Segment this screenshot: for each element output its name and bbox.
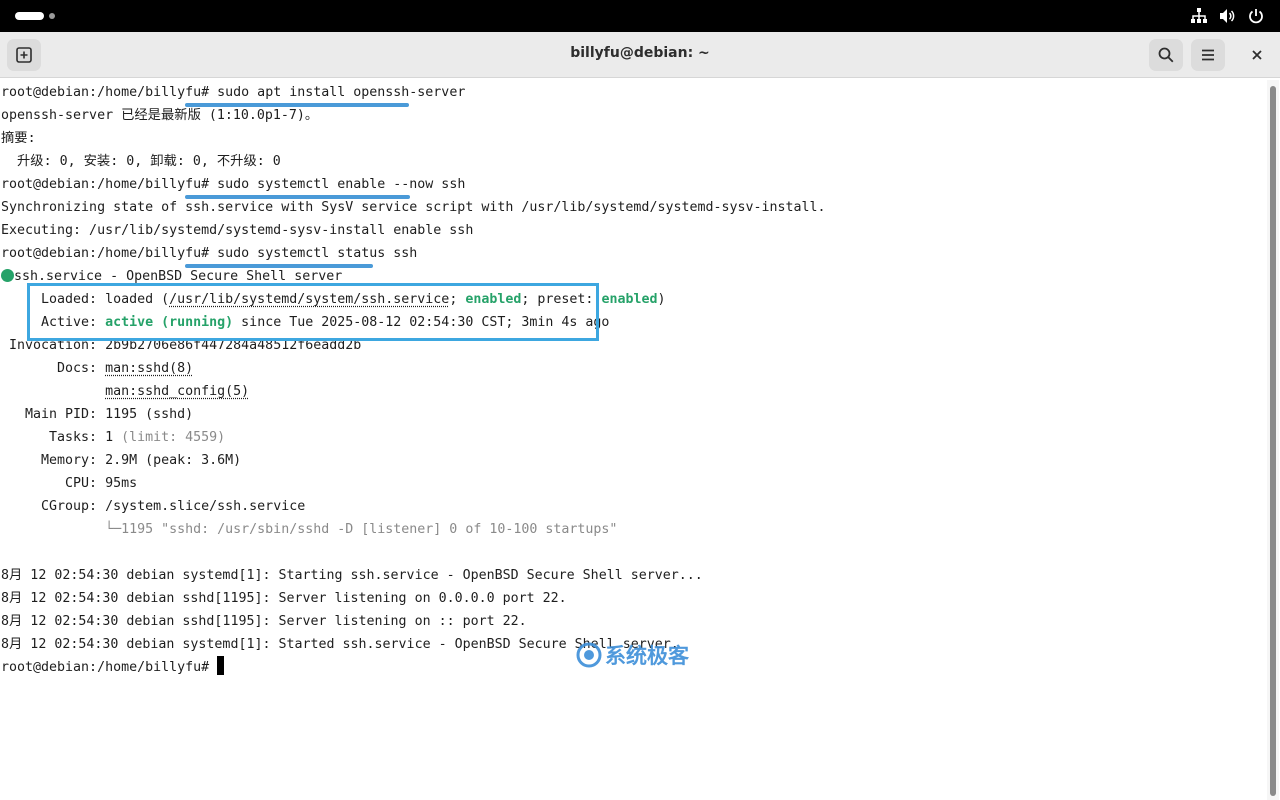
docs-label: Docs:	[1, 361, 106, 376]
output-line: 升级: 0, 安装: 0, 卸载: 0, 不升级: 0	[1, 154, 281, 169]
scrollbar-thumb[interactable]	[1270, 86, 1276, 796]
terminal-scrollbar[interactable]	[1267, 80, 1279, 800]
docs-link-sshd-config[interactable]: man:sshd_config(5)	[105, 384, 249, 399]
output-line: Executing: /usr/lib/systemd/systemd-sysv…	[1, 223, 474, 238]
docs-line: man:sshd_config(5)	[1, 380, 249, 403]
journal-line: 8月 12 02:54:30 debian sshd[1195]: Server…	[1, 591, 567, 606]
close-icon	[1248, 46, 1266, 64]
cgroup-line: CGroup: /system.slice/ssh.service	[1, 495, 305, 518]
docs-indent	[1, 384, 105, 399]
tasks-label: Tasks:	[1, 430, 106, 445]
text-cursor	[217, 656, 225, 675]
terminal-header-bar: billyfu@debian: ~	[0, 32, 1280, 78]
journal-line: 8月 12 02:54:30 debian systemd[1]: Starti…	[1, 568, 703, 583]
memory-value: 2.9M (peak: 3.6M)	[105, 453, 242, 468]
prompt: root@debian:/home/billyfu#	[1, 177, 210, 192]
main-pid: 1195 (sshd)	[105, 407, 194, 422]
tasks-line: Tasks: 1 (limit: 4559)	[1, 426, 225, 449]
cgroup-value: /system.slice/ssh.service	[105, 499, 306, 514]
memory-label: Memory:	[1, 453, 106, 468]
cgroup-label: CGroup:	[1, 499, 106, 514]
annotation-highlight-box	[27, 283, 599, 341]
prompt: root@debian:/home/billyfu#	[1, 660, 210, 675]
journal-line: 8月 12 02:54:30 debian sshd[1195]: Server…	[1, 614, 527, 629]
command-line: root@debian:/home/billyfu#	[1, 656, 225, 679]
command-line: root@debian:/home/billyfu# sudo systemct…	[1, 173, 465, 196]
docs-link-sshd[interactable]: man:sshd(8)	[105, 361, 193, 376]
cgroup-child-line: └─1195 "sshd: /usr/sbin/sshd -D [listene…	[1, 522, 618, 537]
volume-icon[interactable]	[1218, 7, 1236, 25]
main-pid-line: Main PID: 1195 (sshd)	[1, 403, 193, 426]
output-line: Synchronizing state of ssh.service with …	[1, 200, 826, 215]
preset-state: enabled	[601, 292, 658, 307]
service-title: ssh.service - OpenBSD Secure Shell serve…	[14, 269, 343, 284]
main-pid-label: Main PID:	[1, 407, 106, 422]
cpu-label: CPU:	[1, 476, 106, 491]
network-icon[interactable]	[1190, 7, 1208, 25]
status-dot-icon	[1, 269, 14, 282]
hamburger-menu-icon	[1199, 46, 1217, 64]
system-top-bar	[0, 0, 1280, 32]
annotation-underline	[185, 264, 373, 268]
tasks-limit: (limit: 4559)	[113, 430, 226, 445]
command-line: root@debian:/home/billyfu# sudo systemct…	[1, 242, 417, 265]
cpu-line: CPU: 95ms	[1, 472, 137, 495]
annotation-underline	[185, 103, 409, 107]
search-icon	[1157, 46, 1175, 64]
loaded-suffix: )	[657, 292, 666, 307]
command-text: sudo systemctl enable --now ssh	[217, 177, 466, 192]
tasks-count: 1	[105, 430, 114, 445]
memory-line: Memory: 2.9M (peak: 3.6M)	[1, 449, 241, 472]
prompt: root@debian:/home/billyfu#	[1, 85, 210, 100]
docs-line: Docs: man:sshd(8)	[1, 357, 193, 380]
annotation-underline	[185, 195, 410, 199]
watermark-logo-icon	[575, 641, 603, 669]
power-icon[interactable]	[1247, 7, 1265, 25]
close-window-button[interactable]	[1240, 39, 1274, 71]
watermark: 系统极客	[575, 640, 689, 670]
cpu-value: 95ms	[105, 476, 138, 491]
workspace-indicator-active[interactable]	[15, 12, 44, 20]
search-button[interactable]	[1149, 39, 1183, 71]
command-line: root@debian:/home/billyfu# sudo apt inst…	[1, 81, 465, 104]
watermark-text: 系统极客	[605, 644, 689, 668]
command-text: sudo systemctl status ssh	[217, 246, 418, 261]
workspace-indicator[interactable]	[49, 13, 55, 19]
window-title: billyfu@debian: ~	[570, 45, 710, 61]
terminal-output[interactable]: root@debian:/home/billyfu# sudo apt inst…	[0, 79, 1266, 800]
output-line: 摘要:	[1, 131, 36, 146]
output-line: openssh-server 已经是最新版 (1:10.0p1-7)。	[1, 108, 319, 123]
command-text: sudo apt install openssh-server	[217, 85, 466, 100]
prompt: root@debian:/home/billyfu#	[1, 246, 210, 261]
main-menu-button[interactable]	[1191, 39, 1225, 71]
